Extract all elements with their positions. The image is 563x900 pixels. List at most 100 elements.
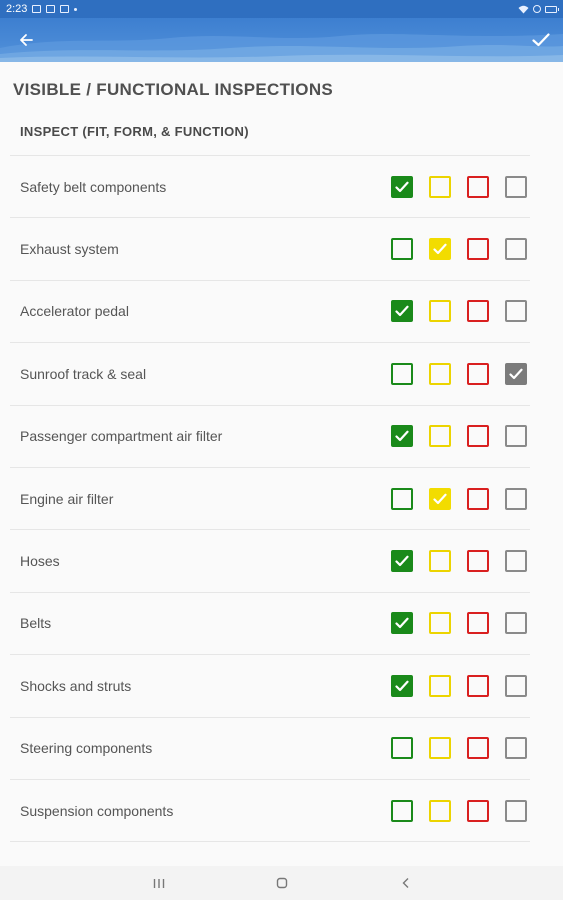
section-header: INSPECT (FIT, FORM, & FUNCTION) — [20, 124, 249, 139]
red-status-checkbox[interactable] — [467, 238, 489, 261]
gray-status-checkbox[interactable] — [505, 737, 527, 760]
inspection-row: Engine air filter — [10, 468, 530, 531]
yellow-status-checkbox[interactable] — [429, 362, 451, 385]
inspection-item-label: Hoses — [20, 553, 60, 570]
yellow-status-checkbox[interactable] — [429, 300, 451, 323]
inspection-row: Accelerator pedal — [10, 281, 530, 344]
gray-status-checkbox[interactable] — [505, 674, 527, 697]
home-button[interactable] — [273, 875, 291, 891]
inspection-row: Exhaust system — [10, 218, 530, 281]
gray-status-checkbox[interactable] — [505, 799, 527, 822]
inspection-item-label: Engine air filter — [20, 490, 114, 507]
checkmark-icon — [395, 618, 409, 629]
recents-icon — [153, 878, 165, 888]
inspection-item-label: Sunroof track & seal — [20, 365, 147, 382]
inspection-item-label: Passenger compartment air filter — [20, 428, 223, 445]
inspection-row: Suspension components — [10, 780, 530, 843]
app-bar — [0, 18, 563, 62]
image-notification-icon — [32, 5, 42, 13]
yellow-status-checkbox[interactable] — [429, 799, 451, 822]
red-status-checkbox[interactable] — [467, 300, 489, 323]
inspection-row: Belts — [10, 593, 530, 656]
yellow-status-checkbox[interactable] — [429, 737, 451, 760]
checkmark-icon — [433, 493, 447, 504]
inspection-row: Shocks and struts — [10, 655, 530, 718]
yellow-status-checkbox[interactable] — [429, 674, 451, 697]
status-checkbox-group — [391, 300, 527, 323]
inspection-row: Steering components — [10, 718, 530, 780]
green-status-checkbox[interactable] — [391, 362, 413, 385]
green-status-checkbox[interactable] — [391, 737, 413, 760]
system-nav-bar — [0, 866, 563, 900]
system-back-button[interactable] — [397, 875, 415, 891]
green-status-checkbox[interactable] — [391, 300, 413, 323]
gray-status-checkbox[interactable] — [505, 612, 527, 635]
gray-status-checkbox[interactable] — [505, 487, 527, 510]
green-status-checkbox[interactable] — [391, 674, 413, 697]
green-status-checkbox[interactable] — [391, 799, 413, 822]
inspection-list: Safety belt components Exhaust system Acce… — [10, 155, 530, 843]
red-status-checkbox[interactable] — [467, 612, 489, 635]
yellow-status-checkbox[interactable] — [429, 487, 451, 510]
inspection-item-label: Exhaust system — [20, 241, 119, 258]
inspection-item-label: Suspension components — [20, 802, 174, 819]
arrow-left-icon — [20, 34, 33, 46]
inspection-row: Sunroof track & seal — [10, 343, 530, 406]
status-checkbox-group — [391, 175, 527, 198]
red-status-checkbox[interactable] — [467, 425, 489, 448]
home-icon — [276, 877, 288, 889]
inspection-item-label: Steering components — [20, 740, 153, 757]
yellow-status-checkbox[interactable] — [429, 550, 451, 573]
checkmark-icon — [395, 680, 409, 691]
red-status-checkbox[interactable] — [467, 737, 489, 760]
red-status-checkbox[interactable] — [467, 799, 489, 822]
status-checkbox-group — [391, 425, 527, 448]
red-status-checkbox[interactable] — [467, 550, 489, 573]
red-status-checkbox[interactable] — [467, 487, 489, 510]
more-notifications-icon — [74, 7, 78, 11]
mail-notification-icon — [60, 5, 70, 13]
green-status-checkbox[interactable] — [391, 175, 413, 198]
checkmark-icon — [395, 430, 409, 442]
wifi-icon — [518, 5, 529, 13]
checkmark-icon — [395, 306, 409, 317]
gray-status-checkbox[interactable] — [505, 550, 527, 573]
back-button[interactable] — [14, 28, 38, 52]
red-status-checkbox[interactable] — [467, 362, 489, 385]
red-status-checkbox[interactable] — [467, 674, 489, 697]
gray-status-checkbox[interactable] — [505, 300, 527, 323]
checkmark-icon — [395, 181, 409, 192]
checkmark-icon — [509, 368, 523, 379]
recents-button[interactable] — [150, 875, 168, 891]
yellow-status-checkbox[interactable] — [429, 612, 451, 635]
yellow-status-checkbox[interactable] — [429, 175, 451, 198]
status-checkbox-group — [391, 799, 527, 822]
yellow-status-checkbox[interactable] — [429, 425, 451, 448]
gray-status-checkbox[interactable] — [505, 362, 527, 385]
gray-status-checkbox[interactable] — [505, 175, 527, 198]
status-checkbox-group — [391, 737, 527, 760]
green-status-checkbox[interactable] — [391, 425, 413, 448]
status-time: 2:23 — [6, 3, 28, 15]
header-background-art — [0, 34, 563, 62]
gray-status-checkbox[interactable] — [505, 425, 527, 448]
green-status-checkbox[interactable] — [391, 238, 413, 261]
inspection-item-label: Shocks and struts — [20, 677, 132, 694]
inspection-row: Passenger compartment air filter — [10, 406, 530, 468]
yellow-status-checkbox[interactable] — [429, 238, 451, 261]
page-title: VISIBLE / FUNCTIONAL INSPECTIONS — [13, 80, 334, 99]
green-status-checkbox[interactable] — [391, 550, 413, 573]
inspection-item-label: Accelerator pedal — [20, 303, 129, 320]
green-status-checkbox[interactable] — [391, 612, 413, 635]
sync-icon — [533, 5, 541, 13]
green-status-checkbox[interactable] — [391, 487, 413, 510]
gray-status-checkbox[interactable] — [505, 238, 527, 261]
red-status-checkbox[interactable] — [467, 175, 489, 198]
inspection-row: Safety belt components — [10, 156, 530, 219]
check-icon — [532, 33, 550, 47]
save-button[interactable] — [529, 28, 553, 52]
inspection-item-label: Safety belt components — [20, 178, 167, 195]
status-checkbox-group — [391, 238, 527, 261]
play-notification-icon — [46, 5, 56, 13]
status-checkbox-group — [391, 487, 527, 510]
